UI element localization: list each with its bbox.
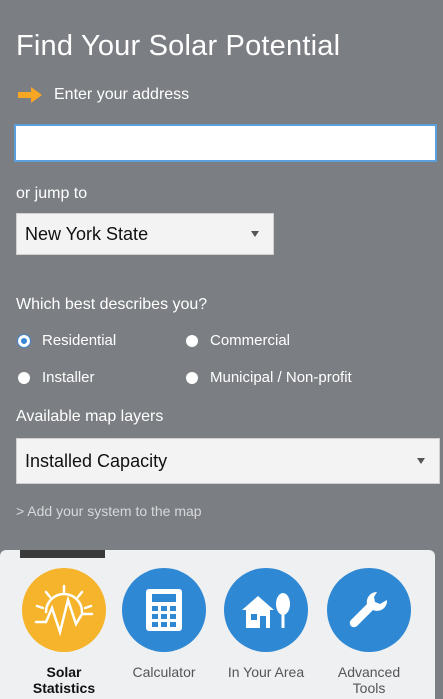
radio-municipal[interactable]: Municipal / Non-profit (186, 369, 352, 386)
wrench-icon (327, 568, 411, 652)
tool-label: In Your Area (227, 664, 305, 680)
state-select-value: New York State (25, 223, 149, 244)
tool-in-your-area[interactable]: In Your Area (218, 568, 314, 680)
house-tree-icon (224, 568, 308, 652)
radio-label: Municipal / Non-profit (210, 369, 352, 386)
solar-statistics-icon (22, 568, 106, 652)
radio-label: Installer (42, 369, 95, 386)
radio-installer[interactable]: Installer (18, 369, 95, 386)
radio-selected-icon (18, 334, 30, 347)
jump-to-label: or jump to (16, 185, 88, 202)
state-select[interactable]: New York State (16, 213, 274, 255)
address-label-text: Enter your address (54, 86, 190, 103)
tool-advanced-tools[interactable]: Advanced Tools (321, 568, 417, 696)
radio-label: Commercial (210, 332, 291, 349)
tool-solar-statistics[interactable]: Solar Statistics (16, 568, 112, 696)
radio-icon (186, 334, 198, 347)
radio-label: Residential (42, 332, 117, 349)
page-title: Find Your Solar Potential (16, 30, 341, 62)
map-layers-select[interactable]: Installed Capacity (16, 438, 440, 484)
arrow-right-icon (18, 87, 42, 103)
radio-residential[interactable]: Residential (18, 332, 116, 349)
tool-label: Solar Statistics (32, 664, 96, 696)
tool-label: Calculator (132, 664, 196, 680)
radio-commercial[interactable]: Commercial (186, 332, 290, 349)
panel-drag-handle[interactable] (20, 550, 105, 558)
radio-icon (186, 371, 198, 384)
radio-icon (18, 371, 30, 384)
chevron-down-icon (417, 458, 425, 464)
calculator-icon (122, 568, 206, 652)
describe-label: Which best describes you? (16, 296, 208, 313)
map-layers-label: Available map layers (16, 408, 164, 425)
address-input[interactable] (14, 124, 437, 162)
tool-calculator[interactable]: Calculator (116, 568, 212, 680)
address-label: Enter your address (16, 85, 189, 105)
add-system-link[interactable]: > Add your system to the map (16, 503, 202, 519)
tool-label: Advanced Tools (337, 664, 401, 696)
map-layers-select-value: Installed Capacity (25, 450, 168, 471)
chevron-down-icon (251, 231, 259, 237)
